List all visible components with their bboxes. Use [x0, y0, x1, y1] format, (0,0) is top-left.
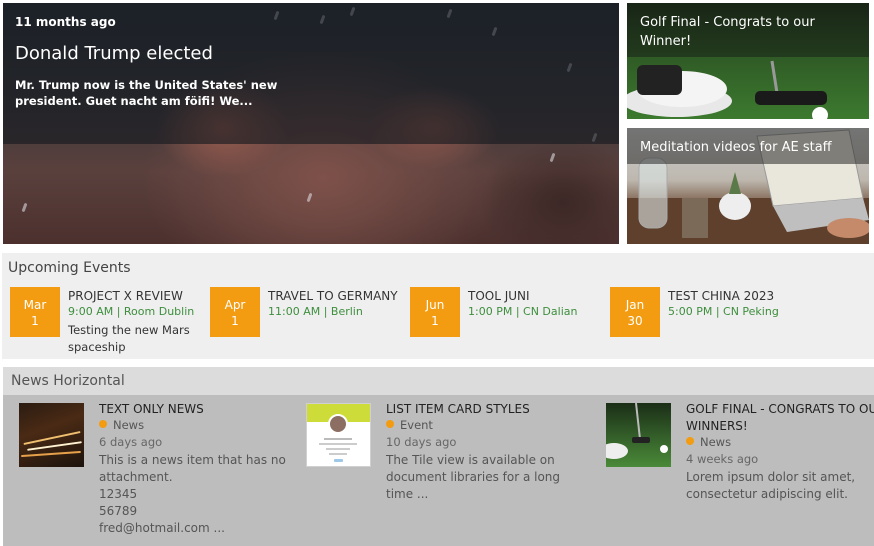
news-thumbnail[interactable]: [19, 403, 84, 467]
event-description: Testing the new Mars spaceship: [68, 323, 190, 354]
tile-golf-final[interactable]: Golf Final - Congrats to our Winner!: [627, 3, 869, 119]
news-horizontal-section: News Horizontal TEXT ONLY NEWS News 6 da…: [3, 367, 874, 546]
category-dot-icon: [386, 420, 394, 428]
event-month: Apr: [224, 298, 246, 312]
event-time-location: 11:00 AM | Berlin: [268, 305, 363, 318]
news-category-label: News: [700, 435, 732, 449]
event-day: 1: [231, 314, 239, 328]
news-description: The Tile view is available on document l…: [386, 453, 561, 501]
news-description: Lorem ipsum dolor sit amet, consectetur …: [686, 470, 856, 501]
event-item[interactable]: Apr 1 TRAVEL TO GERMANY 11:00 AM | Berli…: [202, 287, 398, 357]
event-title[interactable]: TEST CHINA 2023: [668, 289, 774, 303]
event-item[interactable]: Mar 1 PROJECT X REVIEW 9:00 AM | Room Du…: [2, 287, 197, 357]
event-title[interactable]: TOOL JUNI: [468, 289, 530, 303]
event-item[interactable]: Jun 1 TOOL JUNI 1:00 PM | CN Dalian: [402, 287, 597, 357]
category-dot-icon: [99, 420, 107, 428]
news-description: This is a news item that has no attachme…: [99, 453, 286, 535]
news-age: 6 days ago: [99, 435, 163, 449]
tile-golf-caption: Golf Final - Congrats to our Winner!: [627, 3, 869, 57]
news-age: 10 days ago: [386, 435, 457, 449]
news-title[interactable]: LIST ITEM CARD STYLES: [386, 401, 586, 418]
events-section-title: Upcoming Events: [8, 260, 131, 276]
event-day: 30: [627, 314, 643, 328]
category-dot-icon: [686, 437, 694, 445]
news-category: News: [686, 435, 731, 449]
tile-meditation-caption: Meditation videos for AE staff: [627, 128, 869, 164]
news-section-title: News Horizontal: [11, 373, 125, 389]
event-month: Mar: [23, 298, 47, 312]
event-title[interactable]: TRAVEL TO GERMANY: [268, 289, 398, 303]
event-item[interactable]: Jan 30 TEST CHINA 2023 5:00 PM | CN Peki…: [602, 287, 797, 357]
hero-age: 11 months ago: [15, 15, 116, 29]
tile-meditation[interactable]: Meditation videos for AE staff: [627, 128, 869, 244]
news-title[interactable]: GOLF FINAL - CONGRATS TO OUR WINNERS!: [686, 401, 874, 435]
news-category: Event: [386, 418, 433, 432]
event-date-badge: Mar 1: [10, 287, 60, 337]
news-category-label: Event: [400, 418, 433, 432]
event-time-location: 1:00 PM | CN Dalian: [468, 305, 578, 318]
hero-news-tile[interactable]: 11 months ago Donald Trump elected Mr. T…: [3, 3, 619, 244]
event-month: Jun: [425, 298, 445, 312]
event-date-badge: Apr 1: [210, 287, 260, 337]
event-month: Jan: [625, 298, 645, 312]
upcoming-events-section: Upcoming Events Mar 1 PROJECT X REVIEW 9…: [2, 253, 874, 359]
golf-thumbnail-image: [606, 403, 668, 459]
news-section-header: News Horizontal: [3, 367, 874, 395]
event-date-badge: Jun 1: [410, 287, 460, 337]
news-category-label: News: [113, 418, 145, 432]
profile-card-icon: [307, 404, 370, 462]
hero-title[interactable]: Donald Trump elected: [15, 43, 213, 64]
hero-summary: Mr. Trump now is the United States' new …: [15, 78, 278, 108]
event-time-location: 9:00 AM | Room Dublin: [68, 305, 195, 318]
news-thumbnail[interactable]: [606, 403, 671, 467]
event-day: 1: [31, 314, 39, 328]
news-thumbnail[interactable]: [306, 403, 371, 467]
news-category: News: [99, 418, 144, 432]
news-title[interactable]: TEXT ONLY NEWS: [99, 401, 299, 418]
event-title[interactable]: PROJECT X REVIEW: [68, 289, 183, 303]
event-day: 1: [431, 314, 439, 328]
event-time-location: 5:00 PM | CN Peking: [668, 305, 779, 318]
event-date-badge: Jan 30: [610, 287, 660, 337]
news-age: 4 weeks ago: [686, 452, 759, 466]
